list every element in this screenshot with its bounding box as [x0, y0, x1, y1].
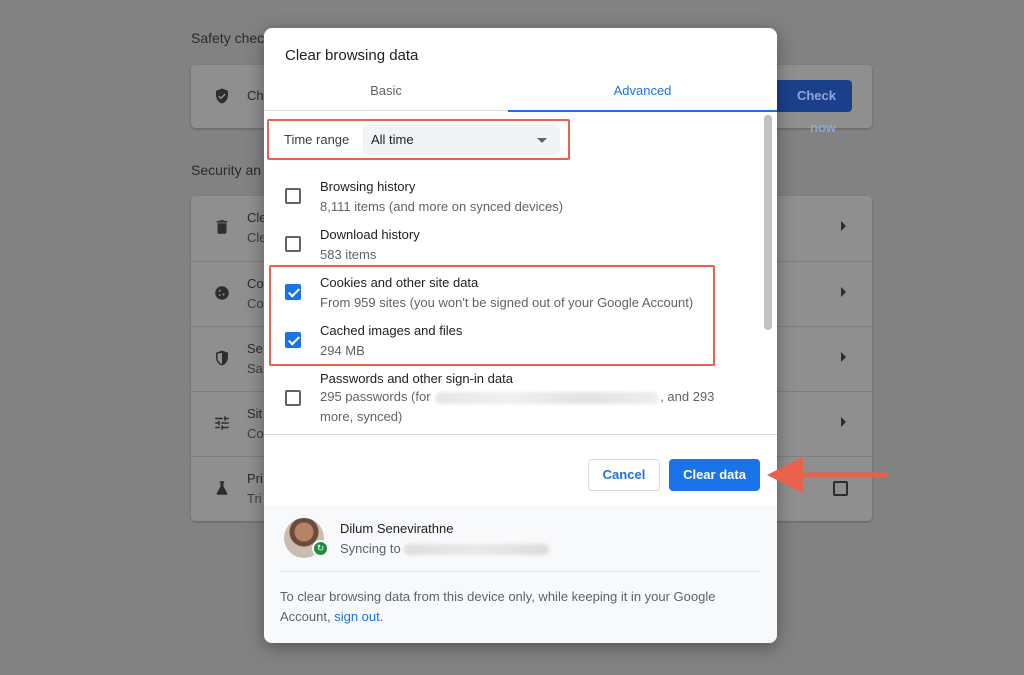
time-range-value: All time [371, 132, 414, 147]
clear-browsing-data-dialog: Clear browsing data Basic Advanced Time … [264, 28, 777, 643]
tune-icon [213, 414, 231, 432]
option-download-history: Download history 583 items [264, 226, 764, 270]
option-sub-line2: more, synced) [320, 409, 403, 424]
passwords-count-text: 295 passwords (for [320, 389, 431, 404]
redacted-email [404, 544, 550, 556]
sync-icon: ↻ [312, 540, 329, 557]
sync-status-text: Syncing to [340, 541, 401, 556]
settings-row-sub: Tri [247, 491, 262, 506]
option-sub: 8,111 items (and more on synced devices) [320, 199, 564, 214]
option-title: Cached images and files [320, 323, 463, 338]
option-browsing-history: Browsing history 8,111 items (and more o… [264, 178, 764, 222]
cached-images-checkbox[interactable] [285, 332, 301, 348]
dropdown-arrow-icon [537, 138, 547, 143]
settings-row-sub: Co [247, 296, 264, 311]
chevron-right-icon [841, 221, 846, 231]
settings-row-sub: Co [247, 426, 264, 441]
option-cookies: Cookies and other site data From 959 sit… [264, 274, 764, 318]
settings-row-sub: Sa [247, 361, 263, 376]
clear-data-button[interactable]: Clear data [669, 459, 760, 491]
dialog-title: Clear browsing data [285, 47, 419, 64]
tab-bar: Basic Advanced [264, 78, 777, 112]
option-passwords: Passwords and other sign-in data 295 pas… [264, 370, 764, 434]
sync-note: To clear browsing data from this device … [280, 587, 750, 627]
safety-check-title: Ch [247, 88, 264, 103]
chevron-right-icon [841, 287, 846, 297]
flask-icon [213, 479, 231, 497]
passwords-more-text: , and 293 [660, 389, 715, 404]
security-heading: Security an [191, 162, 262, 178]
option-title: Cookies and other site data [320, 275, 479, 290]
chevron-right-icon [841, 417, 846, 427]
settings-row-title: Sit [247, 406, 263, 421]
sync-section: ↻ Dilum Senevirathne Syncing to To clear… [264, 506, 777, 643]
option-title: Download history [320, 227, 420, 242]
time-range-select[interactable]: All time [363, 125, 560, 155]
browsing-history-checkbox[interactable] [285, 188, 301, 204]
option-title: Browsing history [320, 179, 416, 194]
option-sub: 295 passwords (for , and 293 [320, 387, 714, 407]
option-cached-images: Cached images and files 294 MB [264, 322, 764, 366]
trash-icon [213, 218, 231, 236]
option-sub: From 959 sites (you won't be signed out … [320, 295, 694, 310]
sign-out-link[interactable]: sign out [334, 609, 380, 624]
option-sub: 583 items [320, 247, 377, 262]
tab-advanced[interactable]: Advanced [508, 78, 777, 112]
divider [280, 571, 760, 572]
safety-check-heading: Safety chec [191, 30, 265, 46]
settings-row-title: Co [247, 276, 264, 291]
cancel-button[interactable]: Cancel [588, 459, 660, 491]
sync-note-end: . [379, 609, 384, 624]
annotation-arrow-icon [767, 457, 888, 493]
option-sub: 294 MB [320, 343, 365, 358]
time-range-label: Time range [284, 132, 350, 147]
account-name: Dilum Senevirathne [340, 521, 454, 536]
shield-icon [213, 349, 231, 367]
cookies-checkbox[interactable] [285, 284, 301, 300]
tab-basic[interactable]: Basic [264, 78, 508, 111]
cookie-icon [213, 284, 231, 302]
chevron-right-icon [841, 352, 846, 362]
sync-status: Syncing to [340, 541, 550, 556]
scrollbar-thumb[interactable] [764, 115, 772, 330]
shield-check-icon [213, 87, 231, 105]
settings-row-title: Pri [247, 471, 263, 486]
option-title: Passwords and other sign-in data [320, 371, 513, 386]
redacted-sites [435, 391, 660, 404]
settings-row-title: Se [247, 341, 263, 356]
check-now-button[interactable]: Check now [770, 80, 852, 135]
passwords-checkbox[interactable] [285, 390, 301, 406]
time-range-row: Time range All time [270, 120, 567, 159]
download-history-checkbox[interactable] [285, 236, 301, 252]
